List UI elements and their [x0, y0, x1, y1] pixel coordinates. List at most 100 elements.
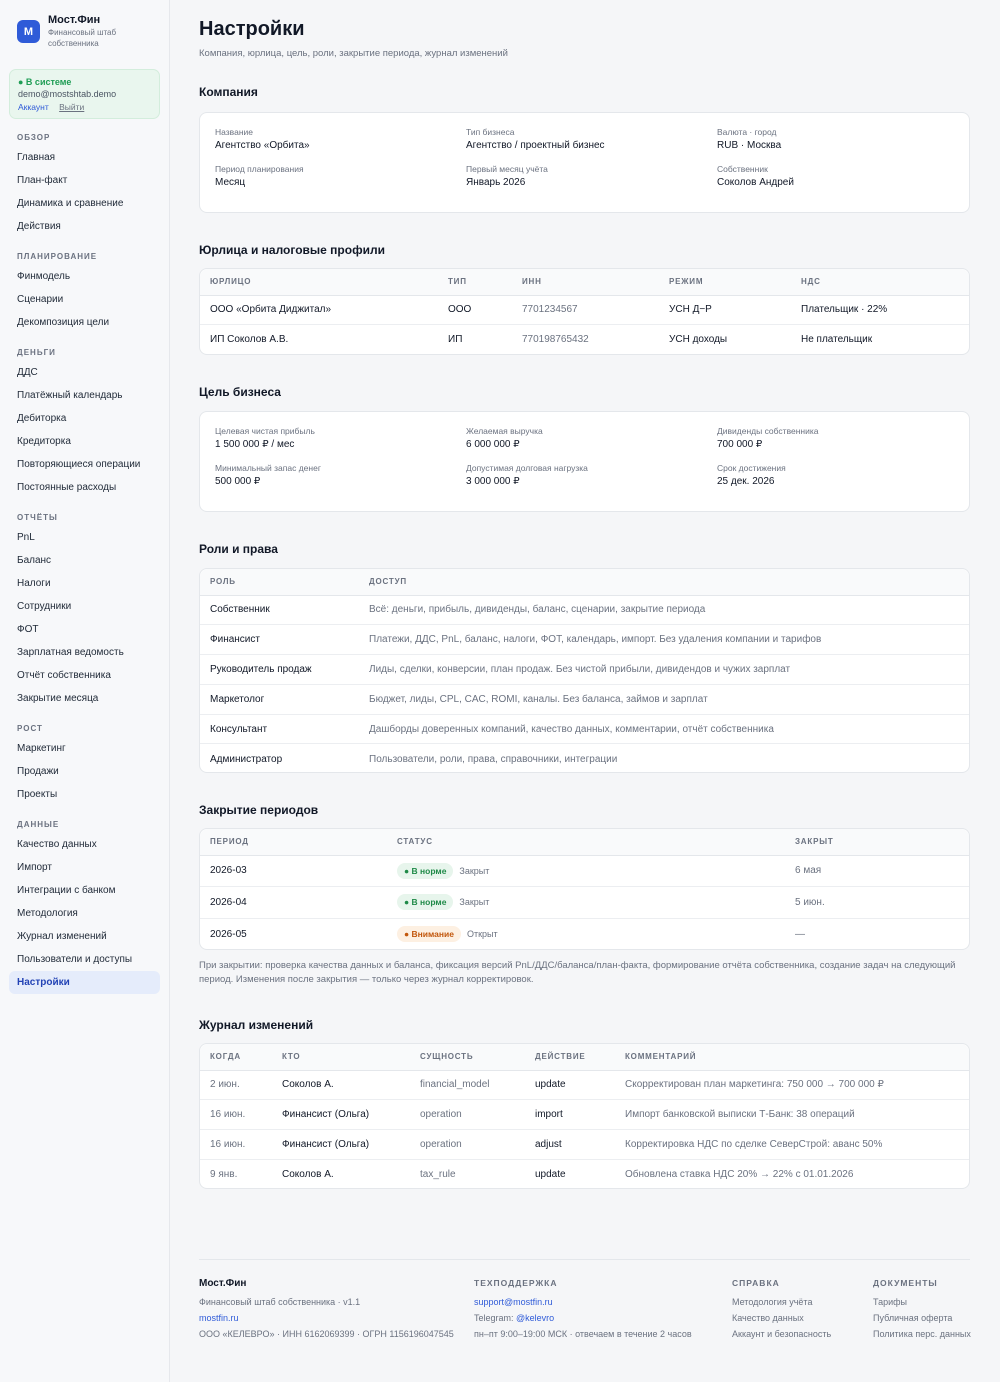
sidebar-item-баланс[interactable]: Баланс [9, 549, 160, 572]
table-row[interactable]: Администратор Пользователи, роли, права, … [200, 744, 969, 774]
table-row[interactable]: 2026-05 ● Внимание Открыт — [200, 918, 969, 950]
brand[interactable]: М Мост.Фин Финансовый штаб собственника [9, 14, 160, 54]
footer-site-link[interactable]: mostfin.ru [199, 1310, 454, 1326]
sidebar-item-пользователи-и-доступы[interactable]: Пользователи и доступы [9, 948, 160, 971]
closing-period: 2026-04 [200, 886, 387, 919]
goal-field-label: Срок достижения [717, 463, 786, 473]
nav-section-title: ОТЧЁТЫ [17, 513, 58, 522]
sidebar-item-методология[interactable]: Методология [9, 902, 160, 925]
company-field-label: Собственник [717, 164, 768, 174]
company-field-label: Тип бизнеса [466, 127, 515, 137]
footer-link-политика-перс-данных[interactable]: Политика перс. данных [873, 1326, 971, 1342]
sidebar-item-план-факт[interactable]: План-факт [9, 169, 160, 192]
table-row[interactable]: Маркетолог Бюджет, лиды, CPL, CAC, ROMI, … [200, 684, 969, 715]
footer-link-качество-данных[interactable]: Качество данных [732, 1310, 831, 1326]
table-row[interactable]: 2026-04 ● В норме Закрыт 5 июн. [200, 886, 969, 919]
brand-logo: М [17, 20, 40, 43]
nav-section: РОСТ Маркетинг Продажи Проекты [9, 722, 160, 806]
sidebar-item-маркетинг[interactable]: Маркетинг [9, 737, 160, 760]
status-text: Закрыт [459, 897, 490, 908]
sidebar-item-pnl[interactable]: PnL [9, 526, 160, 549]
closing-status-cell: ● В норме Закрыт [387, 886, 785, 919]
sidebar-item-продажи[interactable]: Продажи [9, 760, 160, 783]
support-email-link[interactable]: support@mostfin.ru [474, 1294, 692, 1310]
status-text: Открыт [466, 929, 498, 939]
table-row[interactable]: Собственник Всё: деньги, прибыль, дивиден… [200, 595, 969, 626]
table-row[interactable]: 16 июн. Финансист (Ольга) operation adjust К… [200, 1129, 969, 1160]
closing-table: ПЕРИОД СТАТУС ЗАКРЫТ 2026-03 ● В норме Закры… [200, 829, 969, 950]
audit-cell: update [535, 1169, 566, 1181]
sidebar-item-сотрудники[interactable]: Сотрудники [9, 595, 160, 618]
nav-section-title: ДЕНЬГИ [17, 348, 56, 357]
goal-field-value: 3 000 000 ₽ [466, 476, 520, 487]
sidebar-item-кредиторка[interactable]: Кредиторка [9, 430, 160, 453]
sidebar-item-финмодель[interactable]: Финмодель [9, 265, 160, 288]
sidebar-item-главная[interactable]: Главная [9, 146, 160, 169]
audit-cell: 16 июн. [200, 1099, 272, 1131]
audit-cell: tax_rule [420, 1169, 456, 1181]
sidebar-item-ддс[interactable]: ДДС [9, 361, 160, 384]
audit-cell: Финансист (Ольга) [272, 1129, 410, 1160]
table-row[interactable]: ИП Соколов А.В. ИП 770198765432 УСН доходы Н… [200, 325, 969, 355]
sidebar-item-повторяющиеся-операции[interactable]: Повторяющиеся операции [9, 453, 160, 476]
sidebar-item-интеграции-с-банком[interactable]: Интеграции с банком [9, 879, 160, 902]
sidebar-item-действия[interactable]: Действия [9, 215, 160, 238]
sidebar-item-отчёт-собственника[interactable]: Отчёт собственника [9, 664, 160, 687]
sidebar-item-постоянные-расходы[interactable]: Постоянные расходы [9, 476, 160, 499]
table-row[interactable]: Консультант Дашборды доверенных компаний,… [200, 714, 969, 745]
sidebar-item-дебиторка[interactable]: Дебиторка [9, 407, 160, 430]
entities-cell: УСН доходы [669, 334, 728, 345]
sidebar-item-проекты[interactable]: Проекты [9, 783, 160, 806]
footer-support: ТЕХПОДДЕРЖКА support@mostfin.ru Telegram… [474, 1278, 692, 1342]
table-row[interactable]: 16 июн. Финансист (Ольга) operation import И… [200, 1099, 969, 1131]
footer-link-тарифы[interactable]: Тарифы [873, 1294, 971, 1310]
sidebar-item-закрытие-месяца[interactable]: Закрытие месяца [9, 687, 160, 710]
audit-table: КОГДА КТО СУЩНОСТЬ ДЕЙСТВИЕ КОММЕНТАРИЙ 2 ию… [200, 1044, 969, 1189]
table-row[interactable]: 2 июн. Соколов А. financial_model update Ско… [200, 1070, 969, 1101]
account-link[interactable]: Аккаунт [18, 102, 49, 112]
roles-column-header: РОЛЬ [200, 569, 359, 596]
footer-link-аккаунт-и-безопасность[interactable]: Аккаунт и безопасность [732, 1326, 831, 1342]
audit-cell: Скорректирован план маркетинга: 750 000 … [615, 1070, 969, 1101]
status-badge: ● В норме [397, 894, 454, 911]
sidebar-item-фот[interactable]: ФОТ [9, 618, 160, 641]
goal-card: Целевая чистая прибыль 1 500 000 ₽ / мес Ж… [199, 411, 970, 512]
sidebar-item-динамика-и-сравнение[interactable]: Динамика и сравнение [9, 192, 160, 215]
sidebar-item-настройки[interactable]: Настройки [9, 971, 160, 994]
footer-link-методология-учёта[interactable]: Методология учёта [732, 1294, 831, 1310]
sidebar-item-сценарии[interactable]: Сценарии [9, 288, 160, 311]
nav-section-title: ПЛАНИРОВАНИЕ [17, 252, 98, 261]
audit-cell: Финансист (Ольга) [272, 1099, 410, 1131]
sidebar-item-импорт[interactable]: Импорт [9, 856, 160, 879]
entities-cell: 7701234567 [512, 295, 659, 325]
entities-cell: ИП Соколов А.В. [210, 334, 289, 345]
closing-date: 6 мая [785, 855, 969, 887]
sidebar-item-качество-данных[interactable]: Качество данных [9, 833, 160, 856]
footer-docs-title: ДОКУМЕНТЫ [873, 1278, 938, 1288]
audit-cell: operation [410, 1129, 525, 1160]
sidebar-item-налоги[interactable]: Налоги [9, 572, 160, 595]
logout-link[interactable]: Выйти [59, 102, 84, 112]
audit-column-header: КОММЕНТАРИЙ [615, 1044, 969, 1071]
sidebar-item-зарплатная-ведомость[interactable]: Зарплатная ведомость [9, 641, 160, 664]
closing-column-header: ПЕРИОД [200, 829, 387, 856]
sidebar-item-декомпозиция-цели[interactable]: Декомпозиция цели [9, 311, 160, 334]
table-row[interactable]: ООО «Орбита Диджитал» ООО 7701234567 УСН Д−… [200, 295, 969, 325]
roles-cell: Собственник [200, 595, 359, 626]
table-row[interactable]: 2026-03 ● В норме Закрыт 6 мая [200, 855, 969, 887]
footer-help: СПРАВКА Методология учёта Качество данных… [732, 1278, 831, 1342]
table-row[interactable]: 9 янв. Соколов А. tax_rule update Обновлена … [200, 1159, 969, 1189]
section-title-closing: Закрытие периодов [199, 803, 319, 817]
sidebar-item-платёжный-календарь[interactable]: Платёжный календарь [9, 384, 160, 407]
audit-cell: Обновлена ставка НДС 20% → 22% с 01.01.2… [625, 1169, 854, 1181]
goal-field-value: 1 500 000 ₽ / мес [215, 439, 295, 450]
page-subtitle: Компания, юрлица, цель, роли, закрытие п… [199, 48, 508, 59]
goal-field-label: Дивиденды собственника [717, 426, 819, 436]
table-row[interactable]: Руководитель продаж Лиды, сделки, конверс… [200, 654, 969, 685]
telegram-link[interactable]: @kelevro [516, 1313, 554, 1323]
sidebar-item-журнал-изменений[interactable]: Журнал изменений [9, 925, 160, 948]
table-row[interactable]: Финансист Платежи, ДДС, PnL, баланс, нало… [200, 624, 969, 656]
entities-column-header: ТИП [438, 269, 512, 296]
footer-link-публичная-оферта[interactable]: Публичная оферта [873, 1310, 971, 1326]
audit-cell: financial_model [410, 1070, 525, 1101]
